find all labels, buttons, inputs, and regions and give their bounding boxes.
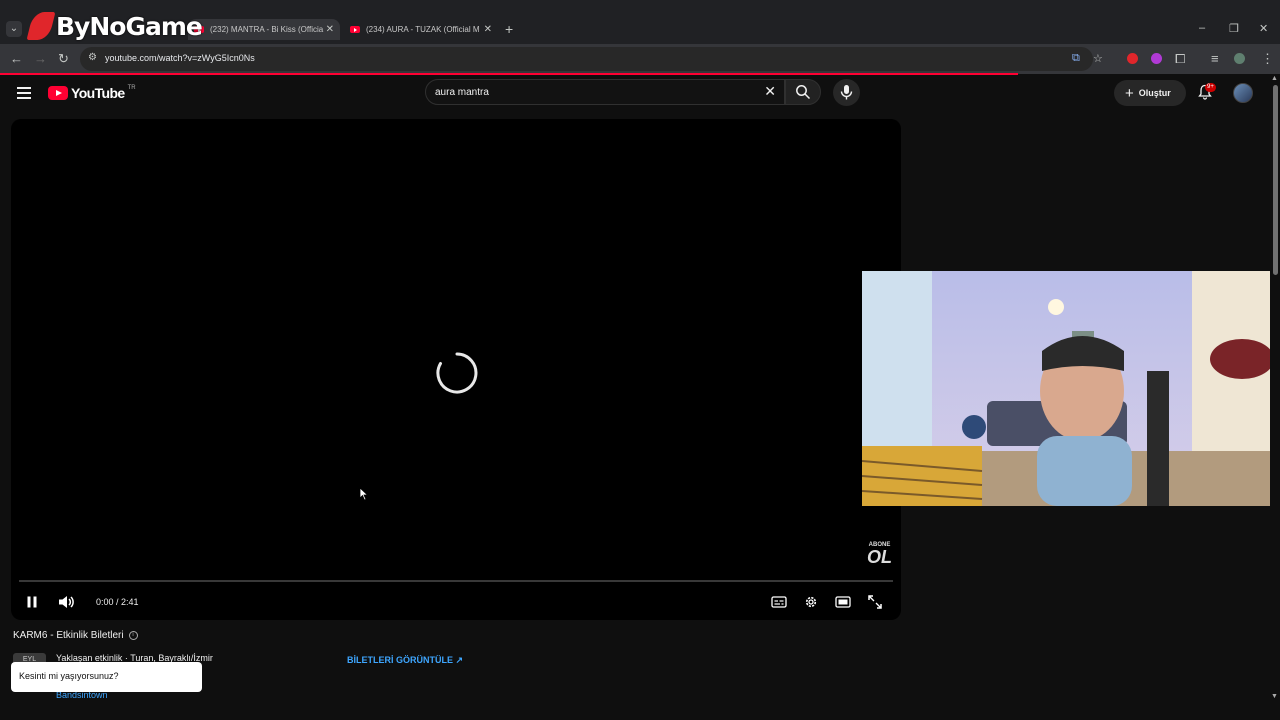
account-avatar[interactable] [1233, 83, 1253, 103]
bynogame-logo: ByNoGame [26, 8, 203, 44]
extensions-puzzle-icon[interactable]: ⧠ [1175, 51, 1185, 67]
youtube-play-logo-icon [48, 86, 68, 100]
back-icon[interactable]: ← [10, 51, 23, 66]
scrollbar-thumb[interactable] [1273, 85, 1278, 275]
fullscreen-icon[interactable] [868, 595, 882, 609]
volume-icon[interactable] [58, 595, 76, 609]
close-window-icon[interactable]: ✕ [1259, 22, 1268, 35]
watermark-line2: OL [867, 547, 892, 567]
subtitles-icon[interactable] [771, 595, 787, 609]
youtube-header: YouTube TR aura mantra ✕ + Oluştur 9+ [0, 75, 1280, 113]
info-icon[interactable]: i [128, 631, 138, 640]
browser-tab-mantra[interactable]: (232) MANTRA - Bi Kiss (Officia ✕ [188, 19, 340, 40]
site-info-icon[interactable]: ⚙ [88, 52, 97, 63]
url-text[interactable]: youtube.com/watch?v=zWyG5Icn0Ns [105, 53, 255, 63]
search-query-text[interactable]: aura mantra [435, 87, 489, 98]
tab-search-icon[interactable]: ⌄ [6, 21, 22, 37]
settings-gear-icon[interactable] [804, 595, 818, 609]
browser-toolbar: ← → ↻ ⚙ youtube.com/watch?v=zWyG5Icn0Ns … [0, 44, 1280, 74]
youtube-favicon-icon [350, 26, 360, 33]
search-button[interactable] [785, 79, 821, 105]
external-link-icon: ↗ [455, 655, 464, 665]
menu-icon[interactable] [17, 87, 31, 102]
notification-badge: 9+ [1205, 83, 1216, 92]
pause-icon[interactable] [25, 595, 39, 609]
country-code: TR [127, 85, 136, 91]
time-display: 0:00 / 2:41 [96, 597, 139, 607]
video-player[interactable]: ABONE OL 0:00 / 2:41 [11, 119, 901, 620]
clear-search-icon[interactable]: ✕ [764, 83, 776, 100]
scroll-down-icon[interactable]: ▼ [1271, 693, 1278, 700]
profile-icon[interactable] [1234, 53, 1245, 64]
subscribe-watermark[interactable]: ABONE OL [867, 542, 892, 566]
forward-icon[interactable]: → [34, 51, 47, 66]
browser-tab-aura[interactable]: (234) AURA - TUZAK (Official M ✕ [346, 19, 498, 40]
tab-title: (234) AURA - TUZAK (Official M [366, 25, 480, 34]
new-tab-icon[interactable]: + [505, 21, 513, 37]
close-tab-icon[interactable]: ✕ [484, 24, 492, 35]
youtube-logo[interactable]: YouTube TR [48, 85, 136, 101]
open-in-app-icon[interactable]: ⧉ [1072, 52, 1080, 65]
progress-bar[interactable] [19, 580, 893, 582]
create-label: Oluştur [1138, 88, 1171, 98]
loading-spinner-icon [436, 352, 478, 394]
extension-red-icon[interactable] [1127, 53, 1138, 64]
microphone-icon [840, 85, 853, 100]
event-title-text: KARM6 - Etkinlik Biletleri [13, 630, 124, 641]
tab-title: (232) MANTRA - Bi Kiss (Officia [210, 25, 324, 34]
player-controls: 0:00 / 2:41 [11, 589, 901, 617]
view-tickets-label: BİLETLERİ GÖRÜNTÜLE [347, 655, 453, 665]
browser-tab-bar: ⌄ (232) MANTRA - Bi Kiss (Officia ✕ (234… [0, 0, 1280, 44]
event-shelf-title: KARM6 - Etkinlik Biletleri i [13, 630, 138, 641]
reload-icon[interactable]: ↻ [58, 51, 69, 67]
search-input[interactable]: aura mantra ✕ [425, 79, 785, 105]
bynogame-logo-text: ByNoGame [56, 11, 203, 41]
extension-purple-icon[interactable] [1151, 53, 1162, 64]
outage-toast[interactable]: Kesinti mi yaşıyorsunuz? [11, 662, 202, 692]
toast-message: Kesinti mi yaşıyorsunuz? [19, 671, 119, 681]
mouse-cursor-icon [359, 487, 369, 501]
search-icon [796, 85, 811, 100]
streamer-webcam-overlay [862, 271, 1280, 506]
media-control-icon[interactable]: ≡ [1211, 51, 1219, 66]
address-bar[interactable]: ⚙ youtube.com/watch?v=zWyG5Icn0Ns ⧉ ☆ [80, 47, 1103, 71]
youtube-wordmark: YouTube [71, 85, 125, 101]
plus-icon: + [1125, 84, 1134, 102]
theater-mode-icon[interactable] [835, 595, 851, 609]
view-tickets-button[interactable]: BİLETLERİ GÖRÜNTÜLE ↗ [347, 655, 463, 666]
bynogame-logo-mark [26, 12, 56, 40]
bookmark-star-icon[interactable]: ☆ [1093, 52, 1103, 65]
create-button[interactable]: + Oluştur [1114, 80, 1186, 106]
minimize-icon[interactable]: – [1199, 22, 1205, 34]
browser-menu-icon[interactable]: ⋮ [1261, 51, 1274, 67]
webcam-scene-image [862, 271, 1280, 506]
restore-icon[interactable]: ❐ [1229, 22, 1239, 35]
scroll-up-icon[interactable]: ▲ [1271, 75, 1278, 82]
close-tab-icon[interactable]: ✕ [326, 24, 334, 35]
voice-search-button[interactable] [833, 79, 860, 106]
page-scrollbar[interactable]: ▲ ▼ [1270, 75, 1280, 720]
